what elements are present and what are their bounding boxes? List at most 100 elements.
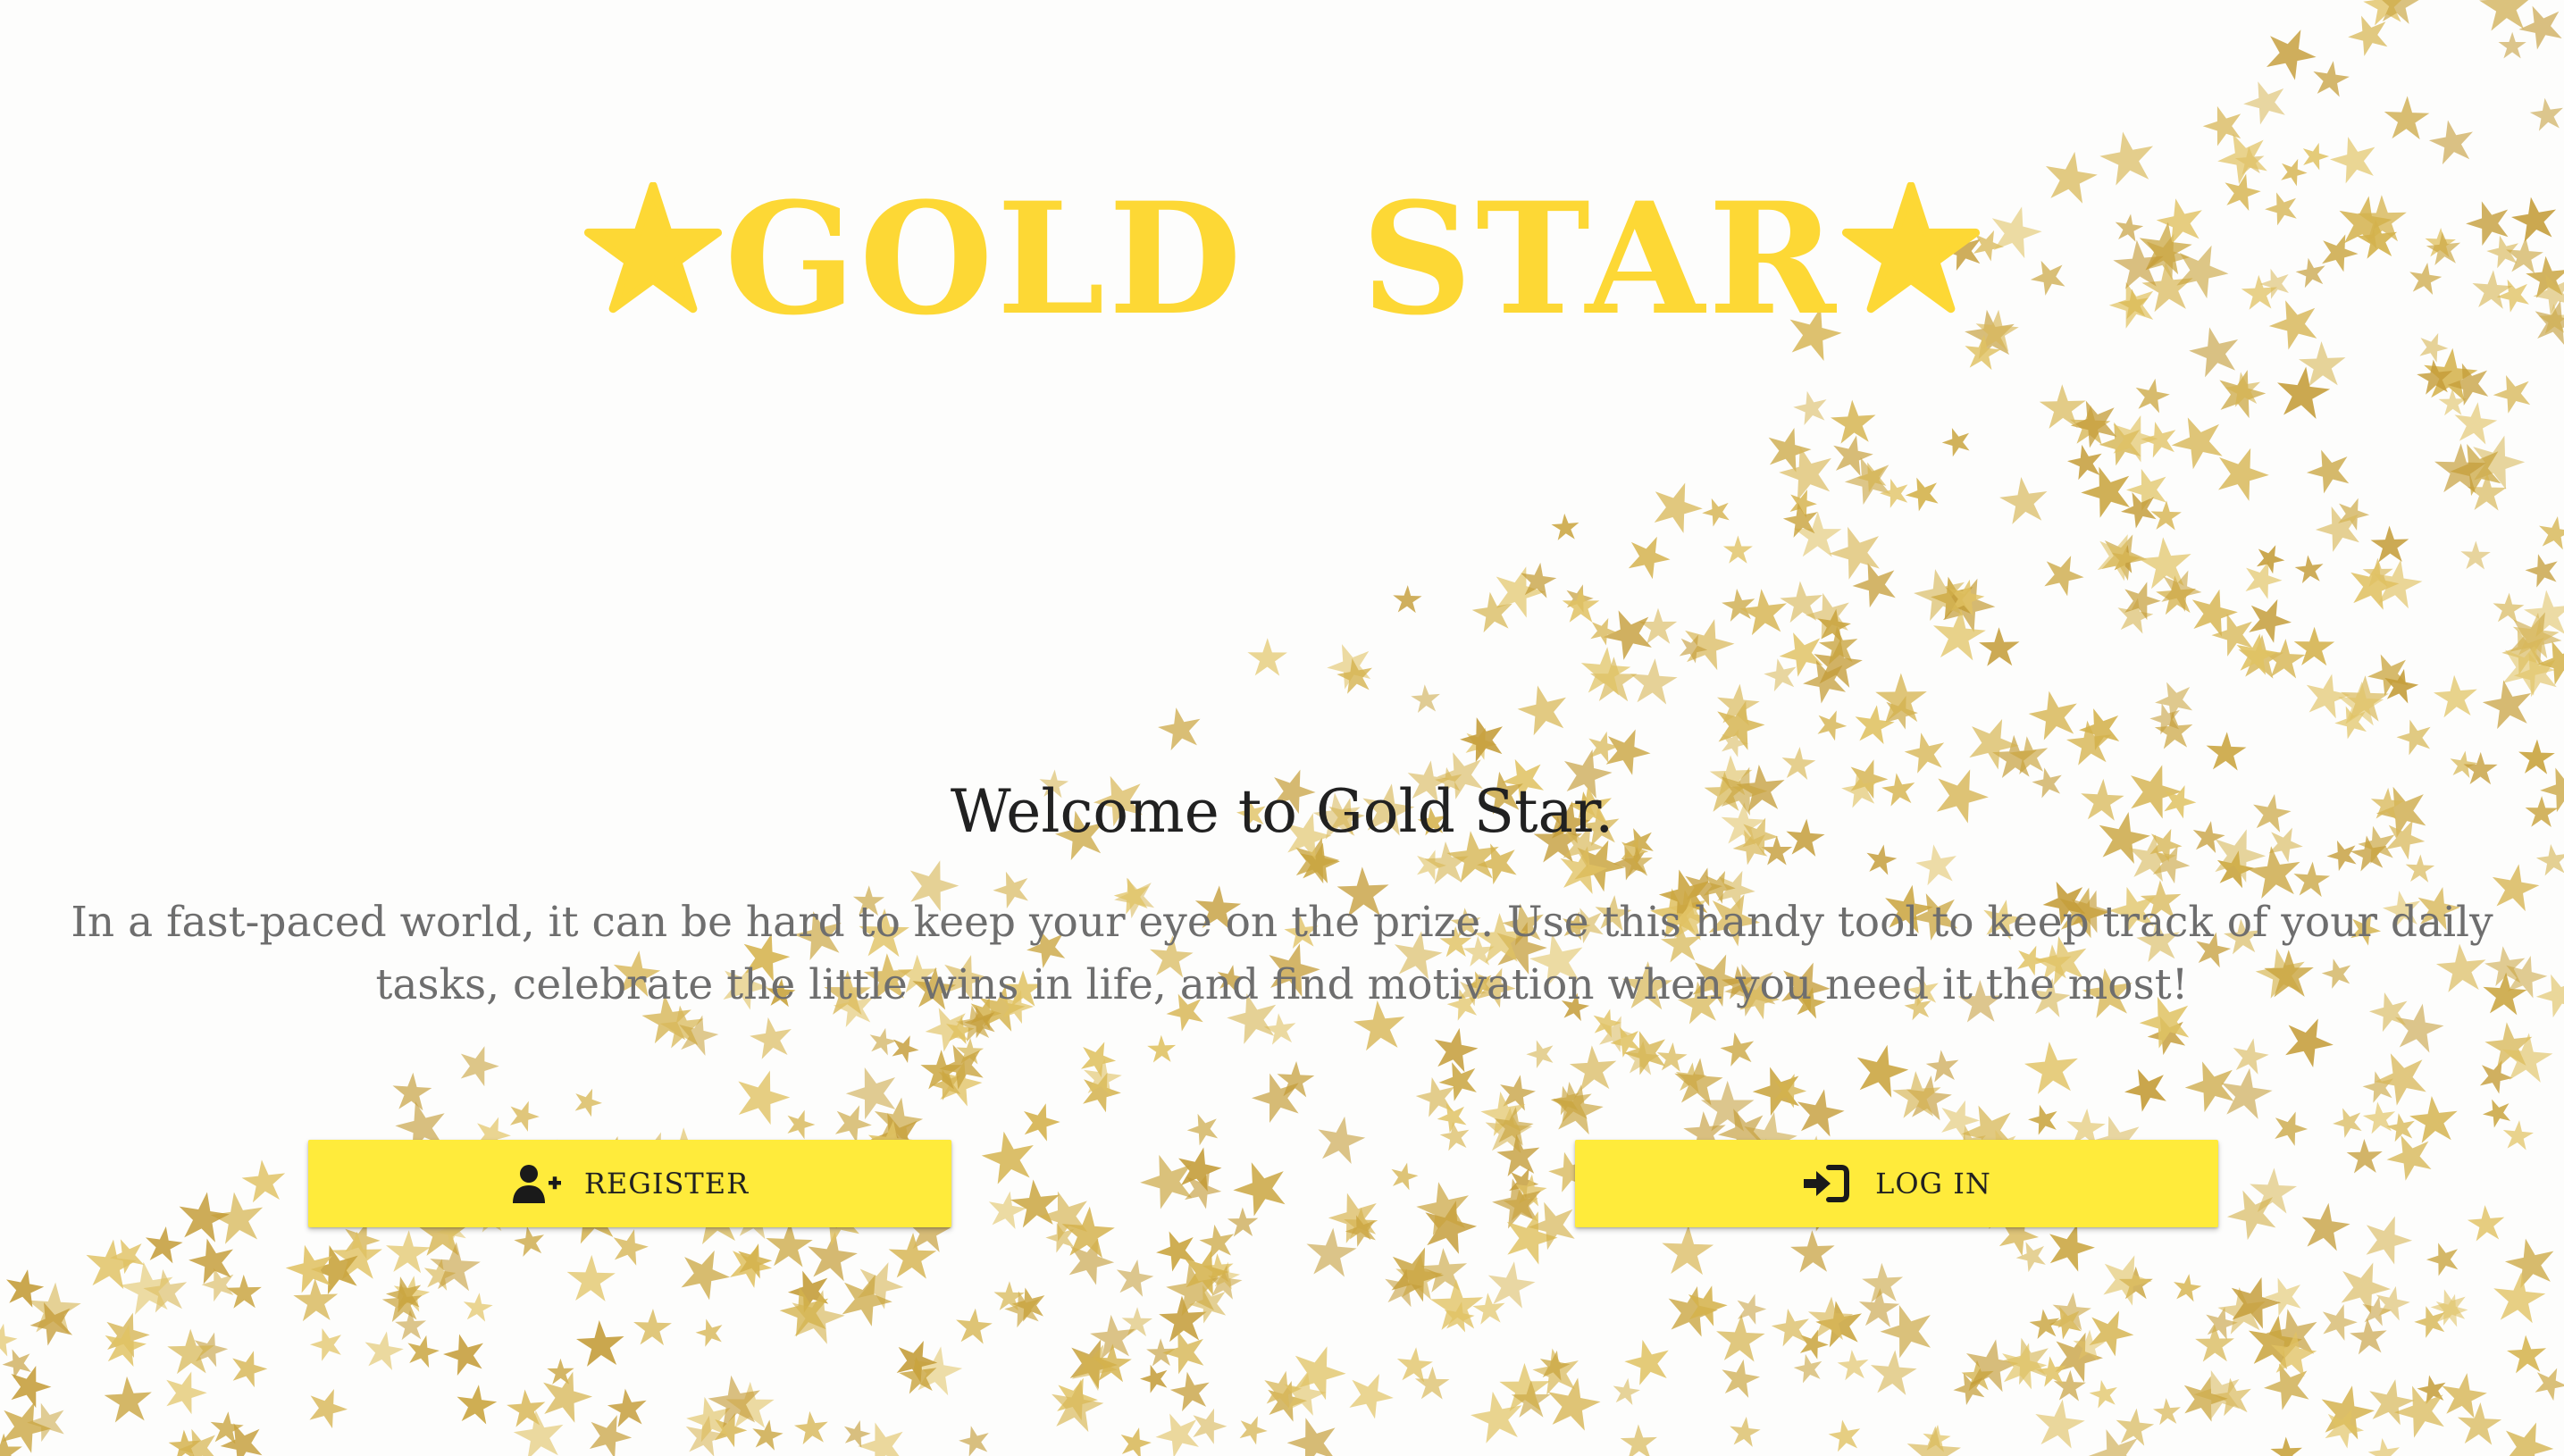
confetti-star: [512, 1223, 548, 1259]
confetti-star: [1247, 638, 1288, 676]
confetti-star: [1868, 1348, 1919, 1396]
confetti-star: [1610, 1376, 1642, 1406]
confetti-star: [2258, 19, 2325, 85]
confetti-star: [1924, 1048, 1961, 1084]
confetti-star: [158, 1365, 212, 1418]
confetti-star: [1812, 705, 1851, 743]
confetti-star: [2293, 626, 2335, 666]
confetti-star: [728, 1062, 796, 1128]
login-button[interactable]: LOG IN: [1575, 1140, 2218, 1227]
confetti-star: [2506, 1334, 2548, 1374]
confetti-star: [82, 1236, 139, 1291]
confetti-star: [225, 1274, 263, 1309]
logo-word-gold: GOLD: [724, 168, 1245, 349]
confetti-star: [1717, 1028, 1758, 1068]
confetti-star: [1791, 1351, 1826, 1385]
confetti-star: [2426, 115, 2478, 166]
confetti-star: [1930, 606, 1988, 662]
confetti-star: [2501, 1118, 2535, 1151]
confetti-star: [1655, 1041, 1688, 1073]
confetti-star: [1387, 1159, 1421, 1192]
user-plus-icon: [512, 1165, 561, 1203]
confetti-star: [1638, 607, 1678, 644]
confetti-star: [2343, 555, 2403, 613]
confetti-star: [1392, 584, 1422, 614]
confetti-star: [504, 1095, 543, 1134]
confetti-star: [454, 1382, 499, 1426]
confetti-star: [2269, 1435, 2303, 1456]
confetti-star: [2492, 591, 2526, 623]
confetti-star: [2251, 539, 2289, 576]
confetti-star: [1116, 1423, 1155, 1456]
confetti-star: [2488, 368, 2537, 416]
confetti-star: [765, 1220, 814, 1268]
confetti-star: [2490, 1269, 2548, 1325]
confetti-star: [1876, 473, 1914, 510]
confetti-star: [2259, 1271, 2308, 1319]
confetti-star: [2237, 73, 2293, 128]
confetti-star: [1550, 512, 1580, 541]
confetti-star: [953, 1306, 994, 1345]
confetti-star: [1512, 679, 1573, 738]
confetti-star: [1226, 1152, 1295, 1220]
confetti-star: [226, 1345, 272, 1390]
confetti-star: [1312, 1112, 1369, 1166]
confetti-star: [1585, 612, 1621, 648]
confetti-star: [2118, 1060, 2174, 1116]
confetti-star: [2518, 738, 2556, 775]
confetti-star: [2024, 685, 2083, 742]
register-label: REGISTER: [583, 1167, 750, 1201]
confetti-star: [2459, 540, 2492, 570]
confetti-star: [239, 1157, 289, 1204]
confetti-star: [2432, 673, 2479, 718]
confetti-star: [1429, 1024, 1481, 1075]
confetti-star: [1661, 1224, 1714, 1276]
login-label: LOG IN: [1875, 1167, 1991, 1201]
confetti-star: [1672, 1056, 1725, 1107]
welcome-heading: Welcome to Gold Star.: [950, 777, 1614, 846]
confetti-star: [985, 1187, 1029, 1231]
confetti-star: [1761, 655, 1801, 693]
confetti-star: [2298, 138, 2333, 172]
confetti-star: [2293, 553, 2325, 584]
star-icon: [1841, 182, 1981, 314]
confetti-star: [1621, 528, 1677, 582]
confetti-star: [390, 1071, 433, 1111]
confetti-star: [607, 1224, 652, 1268]
confetti-star: [1826, 1417, 1864, 1453]
confetti-star: [384, 1229, 432, 1274]
confetti-star: [2527, 96, 2564, 132]
confetti-star: [2298, 1199, 2353, 1252]
confetti-star: [2521, 549, 2563, 590]
logo-word-star: STAR: [1361, 168, 1839, 349]
confetti-star: [1522, 1035, 1559, 1070]
confetti-star: [2328, 1102, 2367, 1141]
confetti-star: [1112, 1256, 1157, 1299]
confetti-star: [977, 1125, 1040, 1186]
confetti-star: [103, 1375, 154, 1424]
confetti-star: [569, 1084, 606, 1119]
confetti-star: [1789, 1229, 1836, 1273]
confetti-star: [672, 1240, 738, 1304]
confetti-star: [1395, 1345, 1435, 1384]
confetti-star: [1146, 1034, 1177, 1063]
register-button[interactable]: REGISTER: [308, 1140, 951, 1227]
confetti-star: [1714, 1313, 1766, 1363]
confetti-star: [2205, 731, 2248, 771]
confetti-star: [1836, 1348, 1871, 1381]
confetti-star: [2037, 548, 2091, 599]
confetti-star: [453, 1040, 504, 1089]
confetti-star: [956, 1421, 993, 1456]
confetti-star: [747, 1014, 796, 1061]
confetti-star: [2498, 31, 2526, 59]
confetti-star: [1154, 703, 1205, 752]
confetti-star: [2392, 714, 2437, 757]
confetti-star: [184, 1233, 240, 1286]
confetti-star: [866, 1025, 900, 1057]
confetti-star: [792, 1409, 831, 1445]
confetti-star: [2132, 375, 2173, 414]
confetti-star: [2478, 1093, 2516, 1130]
confetti-star: [2466, 1203, 2507, 1243]
confetti-star: [2309, 498, 2368, 556]
confetti-star: [403, 1331, 443, 1369]
